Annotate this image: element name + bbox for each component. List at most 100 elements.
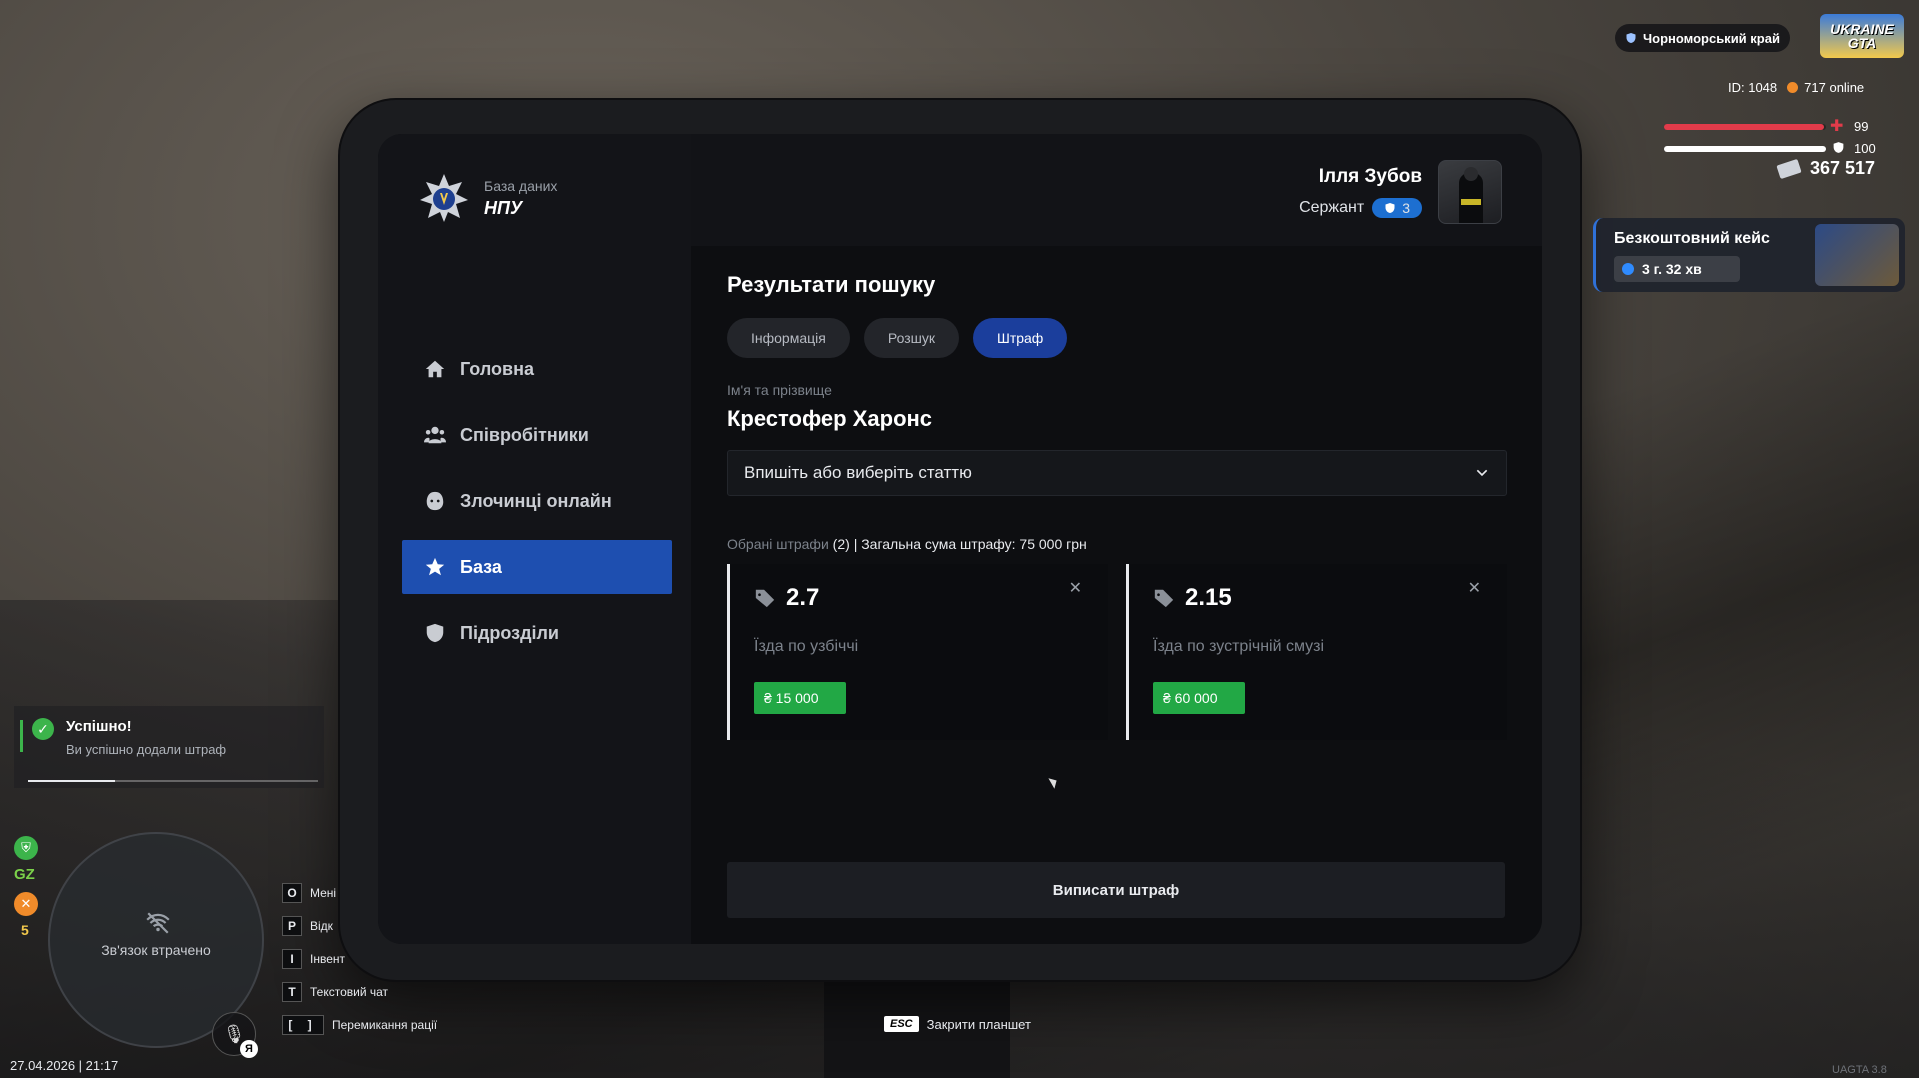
star-icon: [425, 557, 445, 576]
no-signal-icon: [146, 912, 170, 934]
sidebar-item-divisions[interactable]: Підрозділи: [402, 606, 672, 660]
person-name: Крестофер Харонс: [727, 406, 933, 431]
sidebar-item-criminals-online[interactable]: Злочинці онлайн: [402, 474, 672, 528]
brand-title: НПУ: [484, 197, 523, 218]
key-hints: O Мені P Відк I Інвент T Текстовий чат […: [282, 882, 437, 1047]
case-timer: 3 г. 32 хв: [1614, 256, 1740, 282]
search-results: Результати пошуку Інформація Розшук Штра…: [727, 272, 1507, 740]
close-icon[interactable]: ✕: [1468, 578, 1481, 598]
tab-information[interactable]: Інформація: [727, 318, 850, 358]
fine-amount: ₴ 60 000: [1153, 682, 1245, 714]
key-cap: [ ]: [282, 1015, 324, 1035]
avatar: [1438, 160, 1502, 224]
home-icon: [425, 360, 445, 378]
sidebar-item-label: Підрозділи: [460, 622, 559, 643]
datetime: 27.04.2026 | 21:17: [10, 1058, 119, 1073]
key-label: Відк: [310, 919, 333, 933]
police-star-icon: [420, 174, 468, 222]
mic-key: Я: [240, 1040, 258, 1058]
sidebar-nav: Головна Співробітники Злочинці онлайн Ба…: [402, 342, 672, 672]
fine-code: 2.7: [786, 584, 820, 611]
server-name: Чорноморський край: [1643, 30, 1780, 46]
key-cap: T: [282, 982, 302, 1002]
sidebar: База даних НПУ Головна Співробітники Зло…: [378, 134, 691, 944]
close-icon[interactable]: ✕: [1069, 578, 1082, 598]
key-label: Текстовий чат: [310, 985, 389, 999]
article-select-placeholder: Впишіть або виберіть статтю: [744, 463, 972, 482]
game-logo: UKRAINE GTA: [1820, 14, 1904, 58]
tag-icon: [1154, 589, 1174, 608]
money-value: 367 517: [1810, 158, 1876, 178]
sidebar-item-employees[interactable]: Співробітники: [402, 408, 672, 462]
sidebar-item-label: Головна: [460, 358, 534, 379]
rank-level: 3: [1402, 200, 1410, 216]
user-rank: Сержант: [1299, 199, 1365, 216]
shield-icon: [1626, 33, 1636, 43]
cash-icon: [1776, 158, 1802, 179]
esc-key: ESC: [884, 1016, 919, 1032]
version-label: UAGTA 3.8: [1832, 1064, 1887, 1076]
sidebar-item-database[interactable]: База: [402, 540, 672, 594]
minimap-status: Зв'язок втрачено: [101, 942, 211, 958]
name-label: Ім'я та прізвище: [727, 382, 832, 398]
key-cap: P: [282, 916, 302, 936]
check-icon: ✓: [32, 718, 54, 740]
key-cap: I: [282, 949, 302, 969]
article-select[interactable]: Впишіть або виберіть статтю: [727, 450, 1507, 496]
success-notification: ✓ Успішно! Ви успішно додали штраф: [14, 706, 324, 788]
mask-icon: [426, 491, 444, 511]
people-icon: [424, 426, 446, 444]
chevron-down-icon: [1476, 469, 1488, 477]
online-info: ID: 1048 717 online: [1728, 80, 1864, 95]
sidebar-item-label: База: [460, 556, 502, 577]
fine-card: ✕ 2.7 Їзда по узбіччі ₴ 15 000: [727, 564, 1108, 740]
armor-shield-icon: [1833, 142, 1844, 153]
shield-icon: [1385, 203, 1395, 213]
fine-amount: ₴ 15 000: [754, 682, 846, 714]
health-value: 99: [1854, 119, 1869, 134]
sidebar-item-home[interactable]: Головна: [402, 342, 672, 396]
close-tablet-hint: ESC Закрити планшет: [884, 1016, 1031, 1032]
main-panel: Ілля Зубов Сержант 3 Результати пошуку І…: [691, 134, 1542, 944]
key-cap: O: [282, 883, 302, 903]
brand: База даних НПУ: [418, 172, 557, 224]
summary-count: (2): [832, 536, 850, 552]
page-title: Результати пошуку: [727, 272, 936, 297]
tag-icon: [755, 589, 775, 608]
tab-wanted[interactable]: Розшук: [863, 318, 959, 358]
user-name: Ілля Зубов: [1318, 166, 1422, 187]
key-hint: I Інвент: [282, 948, 437, 970]
online-count: 717 online: [1804, 80, 1865, 95]
armor-bar: [1664, 146, 1826, 152]
case-timer-value: 3 г. 32 хв: [1642, 261, 1702, 277]
sidebar-item-label: Співробітники: [460, 424, 589, 445]
stopwatch-icon: [1622, 263, 1634, 275]
selected-fines: ✕ 2.7 Їзда по узбіччі ₴ 15 000 ✕ 2.15 Їз…: [727, 564, 1507, 740]
esc-label: Закрити планшет: [926, 1016, 1031, 1032]
fine-description: Їзда по узбіччі: [754, 638, 859, 655]
wanted-icon: ✕: [14, 892, 38, 916]
health-bar: [1664, 124, 1825, 130]
player-id: ID: 1048: [1728, 80, 1778, 95]
summary-total: | Загальна сума штрафу: 75 000 грн: [853, 536, 1087, 552]
free-case-widget[interactable]: Безкоштовний кейс 3 г. 32 хв: [1593, 218, 1905, 292]
case-title: Безкоштовний кейс: [1614, 230, 1770, 247]
armor-value: 100: [1854, 141, 1876, 156]
case-image: [1815, 224, 1899, 286]
money-display: 367 517: [1776, 158, 1876, 179]
key-hint: T Текстовий чат: [282, 981, 437, 1003]
fines-summary: Обрані штрафи (2) | Загальна сума штрафу…: [727, 536, 1507, 552]
tablet-screen: База даних НПУ Головна Співробітники Зло…: [378, 134, 1542, 944]
online-dot-icon: [1787, 82, 1799, 93]
summary-label: Обрані штрафи: [727, 536, 829, 552]
key-hint: P Відк: [282, 915, 437, 937]
issue-fine-button[interactable]: Виписати штраф: [727, 862, 1505, 918]
server-badge: Чорноморський край: [1615, 24, 1790, 52]
wanted-level: 5: [21, 922, 29, 938]
logo-line1: UKRAINE: [1830, 21, 1894, 37]
greenzone-label: GZ: [14, 866, 35, 883]
tab-fine[interactable]: Штраф: [972, 318, 1068, 358]
fine-description: Їзда по зустрічній смузі: [1153, 638, 1325, 655]
toast-title: Успішно!: [66, 718, 132, 735]
toast-progress: [28, 780, 318, 782]
